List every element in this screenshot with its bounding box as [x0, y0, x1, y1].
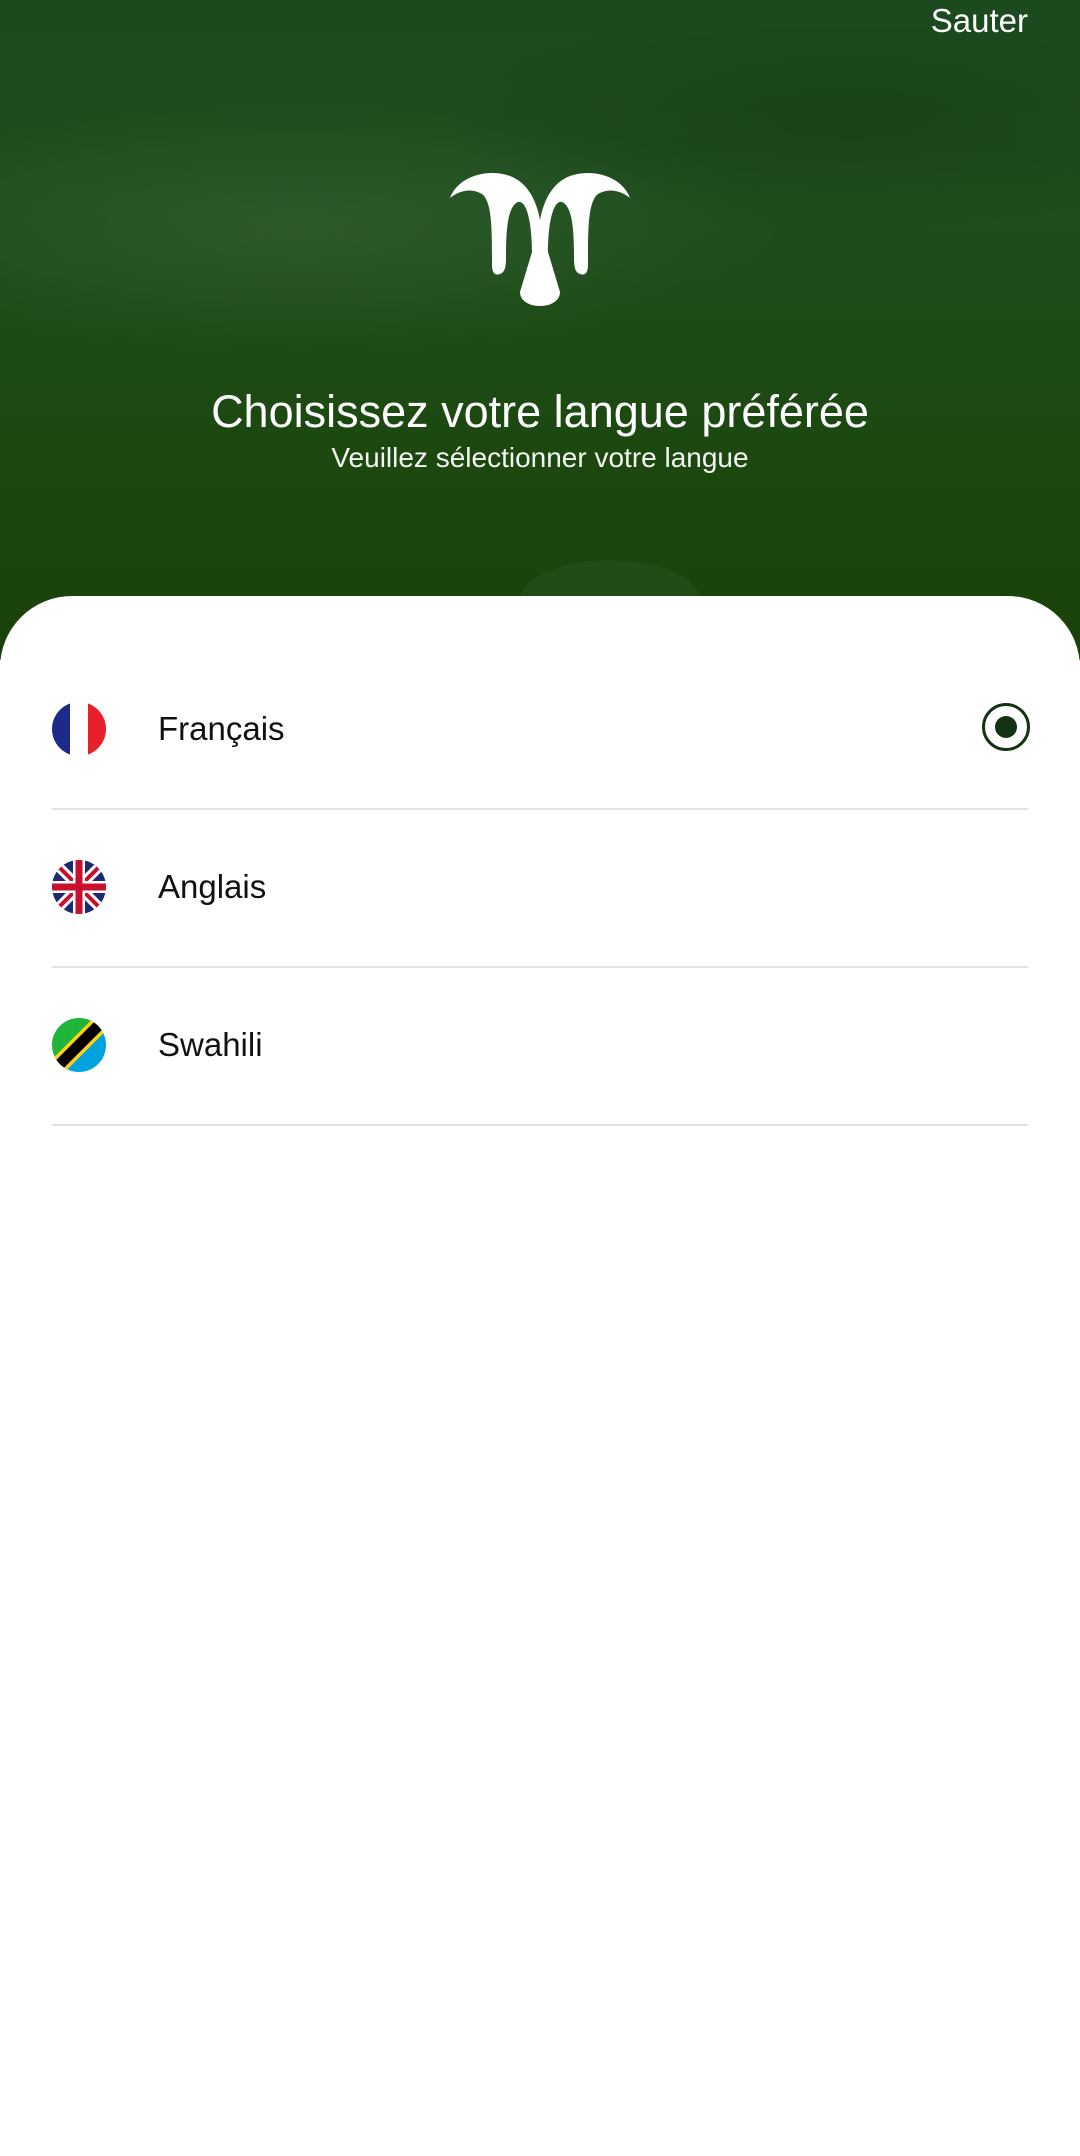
header-background [0, 0, 1080, 660]
language-label: Français [158, 710, 285, 747]
page-subtitle: Veuillez sélectionner votre langue [331, 442, 749, 473]
language-item-anglais[interactable]: Anglais [52, 808, 1028, 968]
page-title: Choisissez votre langue préférée [211, 386, 869, 437]
language-item-swahili[interactable]: Swahili [52, 966, 1028, 1126]
selected-radio-button[interactable] [982, 703, 1030, 751]
france-flag-icon [52, 702, 106, 756]
radio-dot [995, 716, 1017, 738]
tanzania-flag-icon [52, 1018, 106, 1072]
uk-flag-icon [52, 860, 106, 914]
language-label: Anglais [158, 868, 267, 905]
language-item-francais[interactable]: Français [52, 650, 1030, 810]
language-label: Swahili [158, 1026, 263, 1063]
skip-button[interactable]: Sauter [931, 2, 1028, 40]
ram-horns-logo-icon [450, 172, 630, 306]
